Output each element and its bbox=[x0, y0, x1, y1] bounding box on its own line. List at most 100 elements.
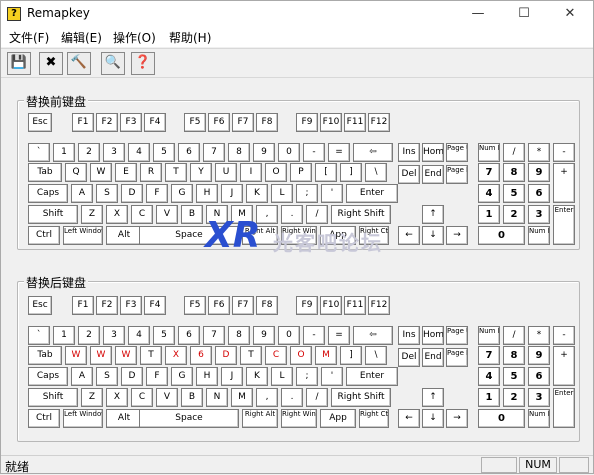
key-[interactable]: ] bbox=[340, 346, 362, 365]
key-d[interactable]: D bbox=[121, 184, 143, 203]
key-7[interactable]: 7 bbox=[478, 163, 500, 182]
key-f12[interactable]: F12 bbox=[368, 113, 390, 132]
key-c[interactable]: C bbox=[131, 205, 153, 224]
key-f5[interactable]: F5 bbox=[184, 296, 206, 315]
key-f3[interactable]: F3 bbox=[120, 296, 142, 315]
key-ins[interactable]: Ins bbox=[398, 143, 420, 162]
key-[interactable]: + bbox=[553, 163, 575, 203]
key-3[interactable]: 3 bbox=[528, 388, 550, 407]
key-q[interactable]: Q bbox=[65, 163, 87, 182]
key-[interactable]: - bbox=[303, 326, 325, 345]
key-z[interactable]: Z bbox=[81, 205, 103, 224]
key-9[interactable]: 9 bbox=[253, 326, 275, 345]
key-[interactable]: ← bbox=[398, 409, 420, 428]
key-w[interactable]: W bbox=[90, 163, 112, 182]
key-5[interactable]: 5 bbox=[503, 367, 525, 386]
key-g[interactable]: G bbox=[171, 184, 193, 203]
key-[interactable]: / bbox=[503, 326, 525, 345]
key-f6[interactable]: F6 bbox=[208, 296, 230, 315]
close-button[interactable]: ✕ bbox=[547, 1, 593, 27]
key-app[interactable]: App bbox=[320, 409, 356, 428]
key-esc[interactable]: Esc bbox=[28, 113, 52, 132]
key-f1[interactable]: F1 bbox=[72, 113, 94, 132]
key-d[interactable]: D bbox=[121, 367, 143, 386]
key-esc[interactable]: Esc bbox=[28, 296, 52, 315]
key-enter[interactable]: Enter bbox=[346, 367, 398, 386]
key-1[interactable]: 1 bbox=[53, 326, 75, 345]
key-[interactable]: ↓ bbox=[422, 226, 444, 245]
key-8[interactable]: 8 bbox=[228, 326, 250, 345]
key-s[interactable]: S bbox=[96, 184, 118, 203]
key-v[interactable]: V bbox=[156, 388, 178, 407]
key-[interactable]: [ bbox=[315, 163, 337, 182]
key-p[interactable]: P bbox=[290, 163, 312, 182]
key-[interactable]: \ bbox=[365, 163, 387, 182]
key-k[interactable]: K bbox=[246, 367, 268, 386]
key-0[interactable]: 0 bbox=[278, 143, 300, 162]
key-8[interactable]: 8 bbox=[228, 143, 250, 162]
key-2[interactable]: 2 bbox=[503, 205, 525, 224]
key-num-lock[interactable]: Num Lock bbox=[478, 326, 500, 345]
key-3[interactable]: 3 bbox=[103, 143, 125, 162]
key-alt[interactable]: Alt bbox=[106, 409, 142, 428]
key-tab[interactable]: Tab bbox=[28, 163, 62, 182]
key-y[interactable]: Y bbox=[190, 163, 212, 182]
key-7[interactable]: 7 bbox=[203, 326, 225, 345]
key-1[interactable]: 1 bbox=[478, 205, 500, 224]
key-[interactable]: ↑ bbox=[422, 205, 444, 224]
key-left-windows[interactable]: Left Windows bbox=[63, 226, 103, 245]
key-9[interactable]: 9 bbox=[253, 143, 275, 162]
key-right-ctrl[interactable]: Right Ctrl bbox=[359, 409, 389, 428]
key-f4[interactable]: F4 bbox=[144, 113, 166, 132]
key-[interactable]: ↓ bbox=[422, 409, 444, 428]
key-m[interactable]: M bbox=[231, 388, 253, 407]
key-del[interactable]: Del bbox=[398, 165, 420, 184]
key-num-del[interactable]: Num Del bbox=[528, 409, 550, 428]
key-6[interactable]: 6 bbox=[190, 346, 212, 365]
key-f1[interactable]: F1 bbox=[72, 296, 94, 315]
key-9[interactable]: 9 bbox=[528, 346, 550, 365]
key-del[interactable]: Del bbox=[398, 348, 420, 367]
key-h[interactable]: H bbox=[196, 367, 218, 386]
key-[interactable]: + bbox=[553, 346, 575, 386]
key-f8[interactable]: F8 bbox=[256, 113, 278, 132]
key-3[interactable]: 3 bbox=[103, 326, 125, 345]
key-b[interactable]: B bbox=[181, 205, 203, 224]
key-shift[interactable]: Shift bbox=[28, 388, 78, 407]
key-t[interactable]: T bbox=[140, 346, 162, 365]
key-f9[interactable]: F9 bbox=[296, 113, 318, 132]
key-8[interactable]: 8 bbox=[503, 163, 525, 182]
key-t[interactable]: T bbox=[240, 346, 262, 365]
key-end[interactable]: End bbox=[422, 348, 444, 367]
key-ctrl[interactable]: Ctrl bbox=[28, 409, 60, 428]
key-l[interactable]: L bbox=[271, 367, 293, 386]
key-[interactable]: * bbox=[528, 326, 550, 345]
key-r[interactable]: R bbox=[140, 163, 162, 182]
key-4[interactable]: 4 bbox=[478, 184, 500, 203]
key-o[interactable]: O bbox=[290, 346, 312, 365]
key-6[interactable]: 6 bbox=[528, 184, 550, 203]
key-alt[interactable]: Alt bbox=[106, 226, 142, 245]
menu-edit[interactable]: 编辑(E) bbox=[61, 29, 102, 46]
key-f12[interactable]: F12 bbox=[368, 296, 390, 315]
key-right-alt[interactable]: Right Alt bbox=[242, 409, 278, 428]
key-caps[interactable]: Caps bbox=[28, 367, 68, 386]
key-page-down[interactable]: Page Down bbox=[446, 165, 468, 184]
key-space[interactable]: Space bbox=[139, 409, 239, 428]
key-[interactable]: ⇦ bbox=[353, 143, 393, 162]
key-[interactable]: → bbox=[446, 226, 468, 245]
key-[interactable]: → bbox=[446, 409, 468, 428]
key-[interactable]: = bbox=[328, 326, 350, 345]
key-x[interactable]: X bbox=[106, 205, 128, 224]
key-f8[interactable]: F8 bbox=[256, 296, 278, 315]
key-6[interactable]: 6 bbox=[178, 326, 200, 345]
key-[interactable]: ` bbox=[28, 143, 50, 162]
key-f11[interactable]: F11 bbox=[344, 113, 366, 132]
key-1[interactable]: 1 bbox=[478, 388, 500, 407]
key-f7[interactable]: F7 bbox=[232, 113, 254, 132]
key-j[interactable]: J bbox=[221, 367, 243, 386]
key-enter[interactable]: Enter bbox=[346, 184, 398, 203]
key-f2[interactable]: F2 bbox=[96, 296, 118, 315]
key-f10[interactable]: F10 bbox=[320, 113, 342, 132]
menu-file[interactable]: 文件(F) bbox=[9, 29, 49, 46]
